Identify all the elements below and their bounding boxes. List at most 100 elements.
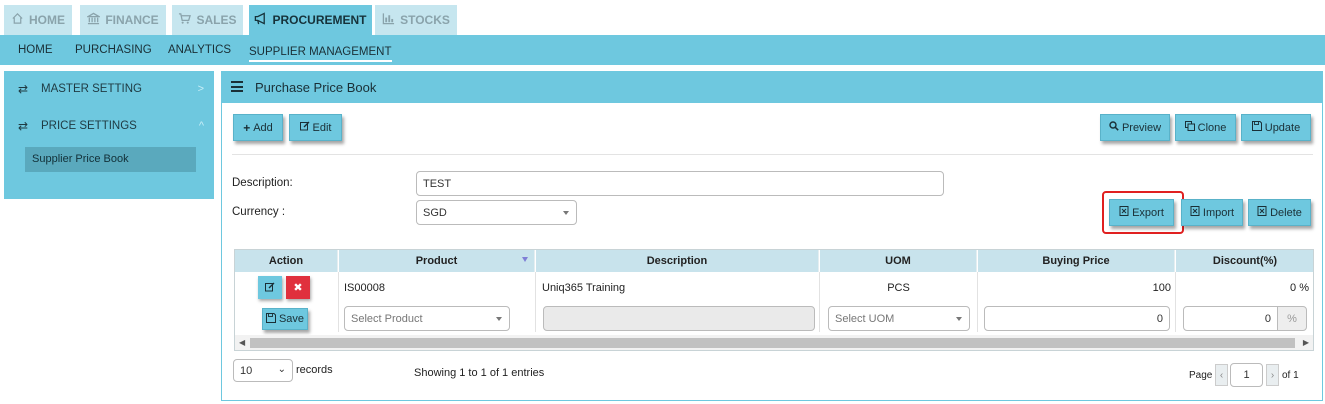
hamburger-icon[interactable] <box>231 81 243 92</box>
records-label: records <box>296 364 333 376</box>
file-excel-icon <box>1190 206 1200 219</box>
delete-button-label: Delete <box>1270 206 1302 219</box>
import-button-label: Import <box>1202 206 1235 219</box>
discount-input[interactable]: 0 <box>1183 306 1278 331</box>
sidebar-item-master-setting[interactable]: ⇄ MASTER SETTING > <box>4 72 214 106</box>
tab-finance-label: FINANCE <box>105 13 159 27</box>
page-total: of 1 <box>1282 370 1299 381</box>
row-discount: 0 % <box>1290 282 1309 294</box>
entries-info: Showing 1 to 1 of 1 entries <box>414 367 545 379</box>
row-product: IS00008 <box>344 282 385 294</box>
tab-stocks-label: STOCKS <box>400 13 450 27</box>
edit-button[interactable]: Edit <box>289 114 342 141</box>
preview-button[interactable]: Preview <box>1100 114 1170 141</box>
chevron-right-icon: › <box>1270 369 1275 381</box>
save-button-label: Save <box>278 313 305 325</box>
tab-sales[interactable]: SALES <box>172 5 243 35</box>
file-excel-icon <box>1257 206 1267 219</box>
scroll-right-icon[interactable]: ▶ <box>1303 338 1309 347</box>
page-size-value: 10 <box>240 364 253 377</box>
discount-unit: % <box>1287 312 1297 325</box>
clone-button[interactable]: Clone <box>1175 114 1236 141</box>
toolbar-divider <box>232 154 1313 155</box>
row-edit-button[interactable] <box>258 276 282 299</box>
exchange-arrows-icon: ⇄ <box>18 119 29 133</box>
cart-icon <box>178 12 192 28</box>
chevron-right-icon: > <box>197 83 204 95</box>
tab-procurement[interactable]: PROCUREMENT <box>249 5 372 35</box>
subnav-supplier-management[interactable]: SUPPLIER MANAGEMENT <box>249 38 392 62</box>
description-field[interactable]: TEST <box>416 171 944 196</box>
export-highlight-box <box>1102 191 1184 234</box>
delete-button[interactable]: Delete <box>1248 199 1311 226</box>
row-buying-price: 100 <box>1152 282 1171 294</box>
top-tab-bar: HOME FINANCE SALES PROCUREMENT STOCKS <box>0 0 1325 35</box>
column-header-product[interactable]: Product <box>339 250 535 272</box>
tab-home-label: HOME <box>29 13 65 27</box>
currency-select[interactable]: SGD <box>416 200 577 225</box>
subnav-analytics[interactable]: ANALYTICS <box>168 35 231 65</box>
sidebar-item-supplier-price-book[interactable]: Supplier Price Book <box>25 147 196 172</box>
column-header-buying-price[interactable]: Buying Price <box>978 250 1175 272</box>
sub-navigation: HOME PURCHASING ANALYTICS SUPPLIER MANAG… <box>0 35 1325 65</box>
close-icon: ✖ <box>293 282 303 294</box>
tab-home[interactable]: HOME <box>4 5 72 35</box>
chevron-up-icon: ^ <box>198 120 204 132</box>
tab-procurement-label: PROCUREMENT <box>272 13 367 27</box>
add-button[interactable]: + Add <box>233 114 283 141</box>
column-header-product-label: Product <box>415 255 458 267</box>
floppy-disk-icon <box>1251 121 1262 134</box>
next-page-button[interactable]: › <box>1266 364 1279 386</box>
add-button-label: Add <box>253 121 273 134</box>
prev-page-button[interactable]: ‹ <box>1215 364 1228 386</box>
tab-finance[interactable]: FINANCE <box>80 5 166 35</box>
currency-label: Currency : <box>232 206 286 218</box>
column-header-description[interactable]: Description <box>536 250 819 272</box>
import-button[interactable]: Import <box>1181 199 1243 226</box>
bar-chart-icon <box>382 12 395 28</box>
update-button[interactable]: Update <box>1241 114 1311 141</box>
column-header-uom[interactable]: UOM <box>820 250 977 272</box>
purchase-price-book-panel: Purchase Price Book + Add Edit Preview C… <box>221 71 1323 401</box>
subnav-purchasing[interactable]: PURCHASING <box>75 35 152 65</box>
uom-select[interactable]: Select UOM <box>828 306 970 331</box>
product-select[interactable]: Select Product <box>344 306 510 331</box>
description-label: Description: <box>232 177 293 189</box>
floppy-disk-icon <box>265 312 276 326</box>
scrollbar-thumb[interactable] <box>250 338 1295 348</box>
price-book-table: Action Product Description UOM Buying Pr… <box>234 249 1314 351</box>
description-row-field <box>543 306 815 331</box>
tab-sales-label: SALES <box>196 13 237 27</box>
discount-value: 0 <box>1264 312 1271 325</box>
column-header-discount[interactable]: Discount(%) <box>1176 250 1313 272</box>
chevron-down-icon: ⌄ <box>277 364 286 375</box>
clone-button-label: Clone <box>1197 121 1227 134</box>
page-size-select[interactable]: 10 ⌄ <box>233 359 293 382</box>
page-label: Page <box>1189 370 1213 381</box>
description-value: TEST <box>423 177 452 190</box>
row-save-button[interactable]: Save <box>262 308 308 330</box>
subnav-home[interactable]: HOME <box>18 35 53 65</box>
column-separator <box>977 272 978 332</box>
copy-icon <box>1184 121 1195 134</box>
horizontal-scrollbar[interactable]: ◀ ▶ <box>235 335 1313 350</box>
panel-header: Purchase Price Book <box>222 72 1322 103</box>
sidebar-item-price-settings[interactable]: ⇄ PRICE SETTINGS ^ <box>4 109 214 143</box>
buying-price-input[interactable]: 0 <box>984 306 1170 331</box>
caret-down-icon <box>496 316 502 321</box>
row-delete-button[interactable]: ✖ <box>286 276 310 299</box>
tab-stocks[interactable]: STOCKS <box>375 5 457 35</box>
edit-icon <box>299 121 310 134</box>
product-placeholder: Select Product <box>351 312 423 325</box>
currency-value: SGD <box>423 206 447 219</box>
caret-down-icon <box>956 316 962 321</box>
discount-unit-addon: % <box>1277 306 1307 331</box>
sidebar: ⇄ MASTER SETTING > ⇄ PRICE SETTINGS ^ Su… <box>4 71 214 199</box>
bank-icon <box>85 12 102 28</box>
plus-icon: + <box>243 120 251 135</box>
scroll-left-icon[interactable]: ◀ <box>239 338 245 347</box>
edit-icon <box>265 281 275 295</box>
column-header-action: Action <box>235 250 338 272</box>
page-number-input[interactable]: 1 <box>1230 363 1263 387</box>
page-title: Purchase Price Book <box>255 80 377 95</box>
